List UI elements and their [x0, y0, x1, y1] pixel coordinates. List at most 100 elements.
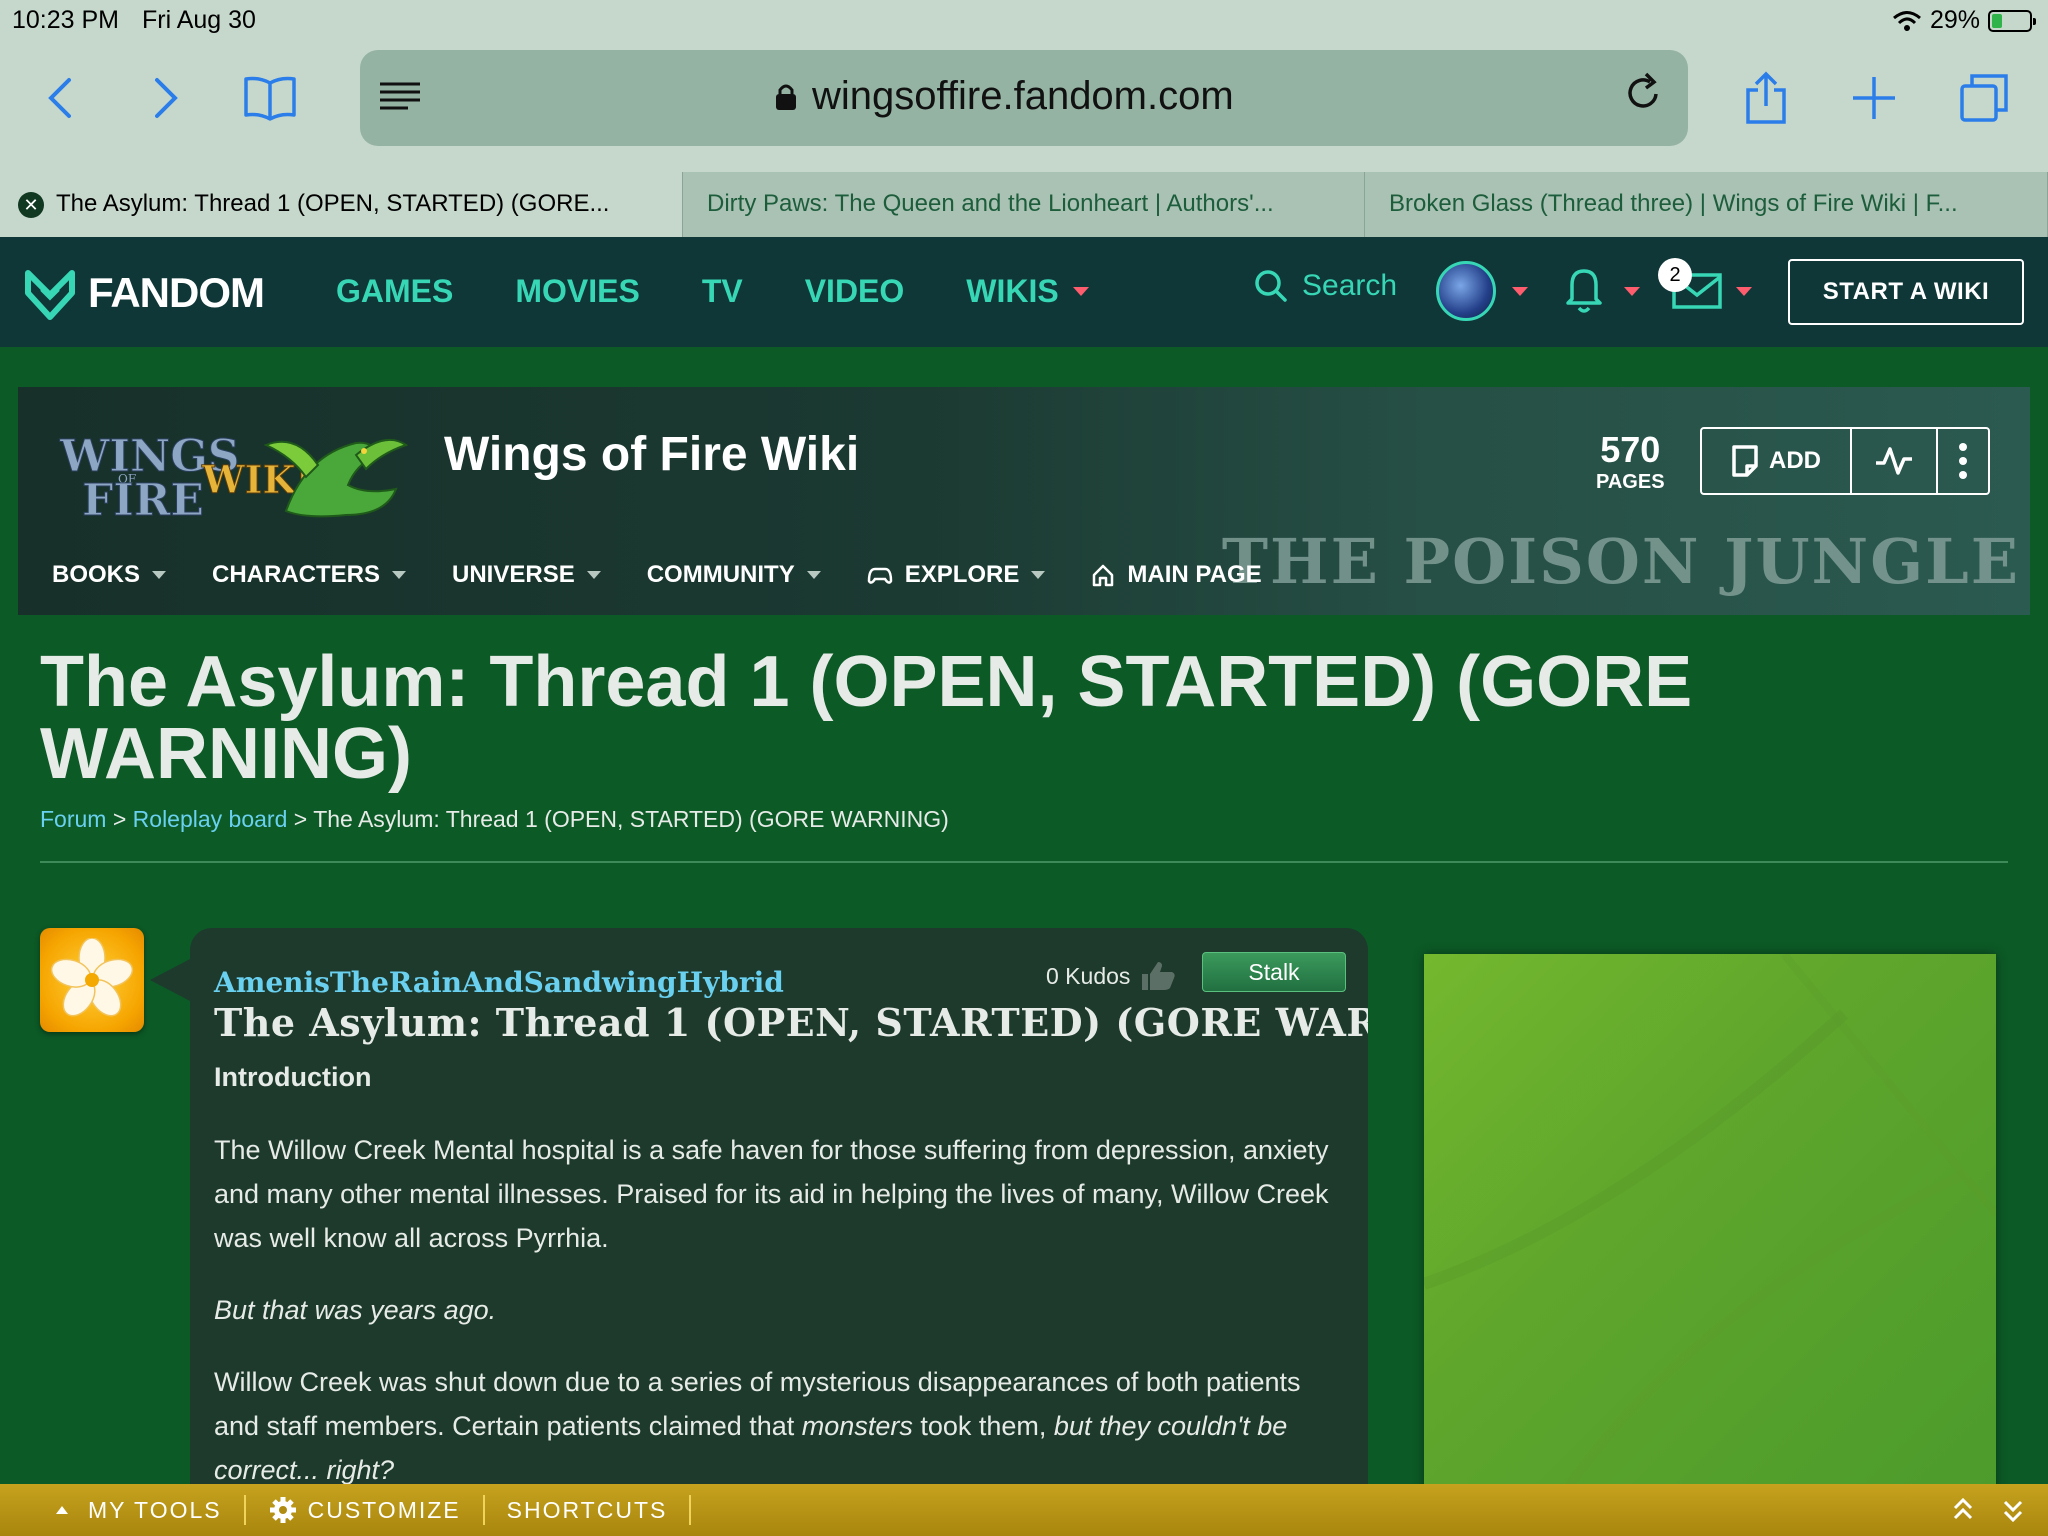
messages-chevron-icon[interactable] — [1736, 287, 1752, 296]
mail-count-badge: 2 — [1658, 258, 1692, 292]
chevron-down-icon — [1072, 287, 1089, 296]
post-paragraph-3: Willow Creek was shut down due to a seri… — [214, 1360, 1344, 1488]
menu-books[interactable]: BOOKS — [52, 561, 167, 589]
reader-icon[interactable] — [378, 74, 422, 123]
share-icon — [1746, 71, 1786, 124]
menu-universe[interactable]: UNIVERSE — [452, 561, 601, 589]
tab-label: Dirty Paws: The Queen and the Lionheart … — [707, 190, 1274, 217]
add-button[interactable]: ADD — [1702, 429, 1852, 493]
tab-asylum[interactable]: ✕ The Asylum: Thread 1 (OPEN, STARTED) (… — [0, 172, 683, 237]
customize-label: CUSTOMIZE — [307, 1496, 461, 1523]
back-button[interactable] — [30, 68, 90, 128]
browser-chrome: 10:23 PM Fri Aug 30 29% wingsoffire.fand… — [0, 0, 2048, 237]
my-tools-button[interactable]: MY TOOLS — [0, 1495, 246, 1525]
more-options-button[interactable] — [1938, 429, 1988, 493]
menu-main-page[interactable]: MAIN PAGE — [1091, 561, 1262, 589]
bottom-toolbar: MY TOOLS CUSTOMIZE SHORTCUTS — [0, 1484, 2048, 1536]
breadcrumb-roleplay-board[interactable]: Roleplay board — [133, 806, 288, 832]
chevron-down-icon — [152, 571, 167, 579]
wifi-icon — [1892, 10, 1921, 31]
forward-button[interactable] — [136, 68, 196, 128]
start-a-wiki-button[interactable]: START A WIKI — [1788, 259, 2024, 325]
post-body: The Willow Creek Mental hospital is a sa… — [214, 1128, 1344, 1488]
menu-community[interactable]: COMMUNITY — [647, 561, 821, 589]
new-tab-button[interactable] — [1844, 68, 1904, 128]
post-paragraph-2-text: But that was years ago. — [214, 1295, 497, 1325]
pages-number: 570 — [1600, 429, 1661, 470]
post-title: The Asylum: Thread 1 (OPEN, STARTED) (GO… — [214, 1000, 1368, 1045]
breadcrumb: Forum > Roleplay board > The Asylum: Thr… — [40, 806, 949, 833]
banner-text: THE POISON JUNGLE — [1221, 525, 2020, 598]
nav-wikis[interactable]: WIKIS — [966, 273, 1089, 310]
close-tab-icon[interactable]: ✕ — [18, 192, 44, 218]
my-tools-label: MY TOOLS — [88, 1496, 222, 1523]
tab-label: The Asylum: Thread 1 (OPEN, STARTED) (GO… — [56, 190, 610, 217]
menu-main-page-label: MAIN PAGE — [1127, 561, 1262, 588]
post-intro-heading: Introduction — [214, 1062, 372, 1092]
side-ad-panel[interactable] — [1422, 951, 2000, 1497]
nav-movies[interactable]: MOVIES — [515, 273, 639, 310]
nav-tv[interactable]: TV — [702, 273, 743, 310]
fandom-global-nav: FANDOM GAMES MOVIES TV VIDEO WIKIS Searc… — [0, 237, 2048, 347]
wiki-logo[interactable]: WINGS OF FIRE WIKI — [56, 425, 426, 525]
stalk-button[interactable]: Stalk — [1202, 952, 1346, 992]
share-button[interactable] — [1736, 68, 1796, 128]
reload-icon[interactable] — [1624, 70, 1664, 119]
search-button[interactable]: Search — [1254, 269, 1397, 303]
breadcrumb-forum[interactable]: Forum — [40, 806, 106, 832]
user-avatar[interactable] — [1436, 261, 1496, 321]
post-p3-b: took them, — [912, 1411, 1054, 1441]
breadcrumb-current: The Asylum: Thread 1 (OPEN, STARTED) (GO… — [313, 806, 949, 832]
tab-label: Broken Glass (Thread three) | Wings of F… — [1389, 190, 1958, 217]
menu-universe-label: UNIVERSE — [452, 561, 575, 588]
bottom-right-controls — [1952, 1496, 2024, 1524]
bell-icon[interactable] — [1566, 265, 1602, 320]
status-time: 10:23 PM — [12, 6, 120, 34]
fandom-logo[interactable]: FANDOM — [22, 265, 265, 321]
status-date: Fri Aug 30 — [142, 6, 256, 34]
thumbs-up-icon — [1142, 962, 1176, 990]
logo-fire: FIRE — [82, 475, 204, 525]
chevron-left-icon — [48, 78, 71, 118]
bookmarks-button[interactable] — [240, 68, 300, 128]
recent-activity-button[interactable] — [1852, 429, 1938, 493]
chevron-right-icon — [155, 78, 178, 118]
post-paragraph-1: The Willow Creek Mental hospital is a sa… — [214, 1135, 1329, 1253]
search-icon — [1255, 270, 1287, 302]
battery-icon — [1988, 9, 2036, 32]
nav-games[interactable]: GAMES — [336, 273, 453, 310]
home-icon — [1093, 564, 1114, 587]
tab-dirty-paws[interactable]: Dirty Paws: The Queen and the Lionheart … — [683, 172, 1365, 237]
customize-button[interactable]: CUSTOMIZE — [246, 1495, 485, 1525]
chevron-down-icon — [586, 571, 601, 579]
status-right: 29% — [1892, 6, 2036, 35]
menu-books-label: BOOKS — [52, 561, 141, 588]
notifications-chevron-icon[interactable] — [1624, 287, 1640, 296]
tab-broken-glass[interactable]: Broken Glass (Thread three) | Wings of F… — [1365, 172, 2048, 237]
address-bar[interactable]: wingsoffire.fandom.com — [360, 50, 1688, 146]
page-icon — [1732, 445, 1758, 477]
wiki-title[interactable]: Wings of Fire Wiki — [444, 427, 859, 482]
ad-background-pattern — [1422, 951, 2000, 1497]
shortcuts-label: SHORTCUTS — [506, 1496, 668, 1523]
browser-toolbar: wingsoffire.fandom.com — [0, 50, 2048, 146]
forum-post: AmenisTheRainAndSandwingHybrid 0 Kudos S… — [190, 928, 1368, 1488]
fandom-wordmark: FANDOM — [88, 269, 265, 316]
collapse-icon[interactable] — [2002, 1496, 2024, 1524]
menu-characters[interactable]: CHARACTERS — [212, 561, 407, 589]
user-menu-chevron-icon[interactable] — [1512, 287, 1528, 296]
tabs-icon — [1960, 74, 2008, 122]
wiki-header: WINGS OF FIRE WIKI Wings of Fire Wiki 57… — [18, 387, 2030, 615]
chevron-up-icon — [56, 1506, 68, 1514]
post-pointer — [150, 958, 192, 1002]
search-label: Search — [1302, 269, 1398, 302]
menu-explore[interactable]: EXPLORE — [867, 561, 1046, 589]
kudos-button[interactable]: 0 Kudos — [1046, 960, 1176, 992]
post-author[interactable]: AmenisTheRainAndSandwingHybrid — [214, 966, 784, 999]
scroll-top-icon[interactable] — [1952, 1496, 1974, 1524]
nav-video[interactable]: VIDEO — [805, 273, 905, 310]
author-avatar[interactable] — [40, 928, 144, 1032]
tabs-overview-button[interactable] — [1954, 68, 2014, 128]
shortcuts-button[interactable]: SHORTCUTS — [485, 1495, 692, 1525]
menu-explore-label: EXPLORE — [904, 561, 1020, 588]
